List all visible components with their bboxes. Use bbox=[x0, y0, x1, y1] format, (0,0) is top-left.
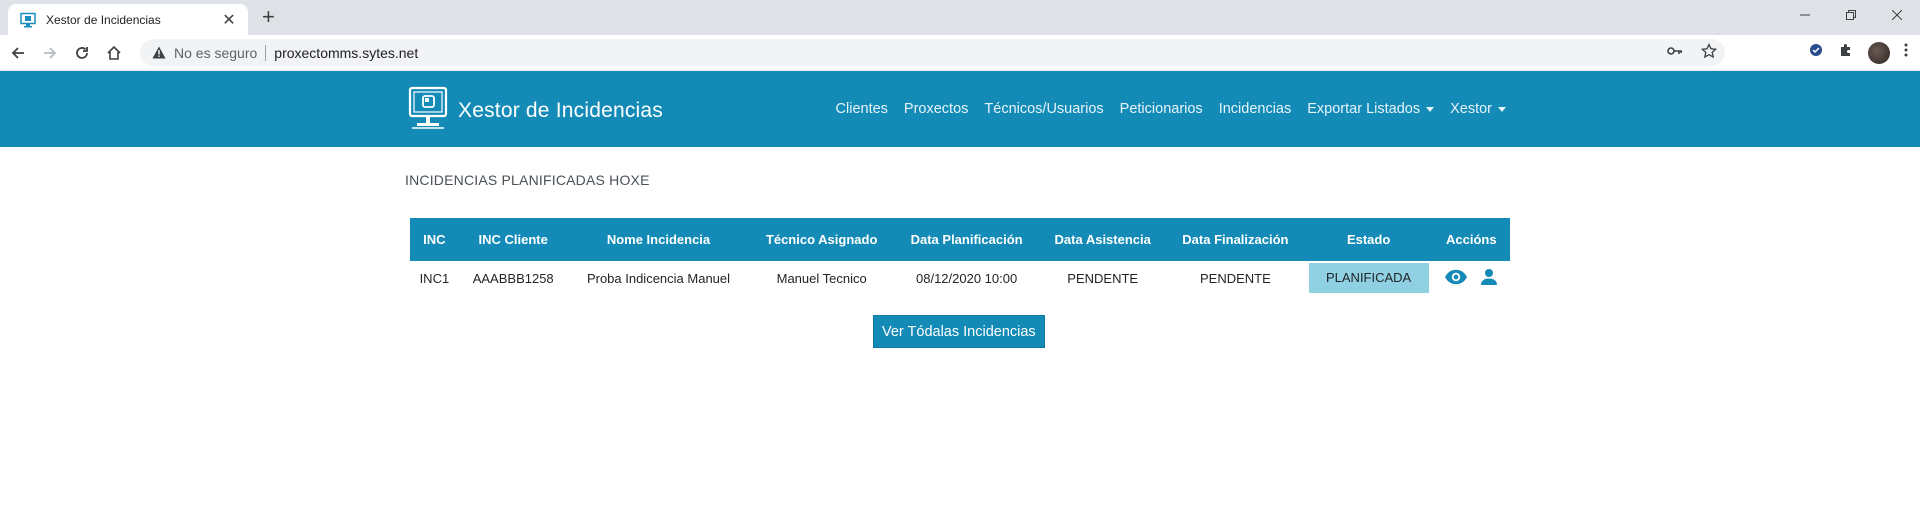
extensions-area bbox=[1808, 39, 1908, 66]
nav-exportar-dropdown[interactable]: Exportar Listados bbox=[1307, 101, 1435, 117]
back-arrow-icon[interactable] bbox=[4, 39, 32, 67]
nav-peticionarios[interactable]: Peticionarios bbox=[1120, 101, 1203, 117]
nav-proxectos[interactable]: Proxectos bbox=[904, 101, 968, 117]
table-row: INC1 AAABBB1258 Proba Indicencia Manuel … bbox=[410, 261, 1510, 295]
omnibox-icons bbox=[1667, 42, 1718, 62]
cell-inc-cliente: AAABBB1258 bbox=[472, 270, 554, 286]
header-data-finalizacion: Data Finalización bbox=[1166, 218, 1305, 261]
close-window-icon[interactable] bbox=[1874, 0, 1920, 30]
monitor-favicon-icon bbox=[20, 12, 36, 28]
header-inc: INC bbox=[410, 218, 459, 261]
header-nome: Nome Incidencia bbox=[567, 218, 750, 261]
status-badge: PLANIFICADA bbox=[1308, 263, 1429, 293]
nav-clientes[interactable]: Clientes bbox=[836, 101, 888, 117]
window-controls bbox=[1782, 0, 1920, 30]
forward-arrow-icon[interactable] bbox=[36, 39, 64, 67]
tab-title: Xestor de Incidencias bbox=[46, 12, 161, 27]
brand-monitor-icon bbox=[408, 86, 448, 135]
insecure-label[interactable]: No es seguro bbox=[174, 45, 257, 61]
row-actions bbox=[1439, 268, 1504, 289]
brand-title[interactable]: Xestor de Incidencias bbox=[458, 99, 663, 123]
key-icon[interactable] bbox=[1667, 43, 1683, 62]
incidencias-table: INC INC Cliente Nome Incidencia Técnico … bbox=[410, 218, 1510, 295]
cell-accions bbox=[1433, 261, 1510, 295]
cell-data-asistencia: PENDENTE bbox=[1067, 270, 1139, 286]
nav-xestor-label: Xestor bbox=[1450, 101, 1492, 117]
star-icon[interactable] bbox=[1700, 42, 1718, 62]
table-header-row: INC INC Cliente Nome Incidencia Técnico … bbox=[410, 218, 1510, 261]
nav-xestor-dropdown[interactable]: Xestor bbox=[1450, 101, 1506, 117]
cell-inc: INC1 bbox=[419, 270, 450, 286]
minimize-icon[interactable] bbox=[1782, 0, 1828, 30]
browser-tab[interactable]: Xestor de Incidencias ✕ bbox=[8, 4, 248, 35]
cell-estado: PLANIFICADA bbox=[1305, 261, 1433, 295]
more-menu-icon[interactable] bbox=[1904, 42, 1908, 63]
header-tecnico: Técnico Asignado bbox=[749, 218, 894, 261]
cell-data-finalizacion: PENDENTE bbox=[1199, 270, 1271, 286]
cell-data-planificacion: 08/12/2020 10:00 bbox=[916, 270, 1018, 286]
close-tab-icon[interactable]: ✕ bbox=[220, 10, 238, 30]
header-data-asistencia: Data Asistencia bbox=[1039, 218, 1167, 261]
caret-down-icon bbox=[1426, 106, 1435, 112]
warning-icon[interactable] bbox=[152, 46, 166, 59]
caret-down-icon bbox=[1498, 106, 1506, 112]
browser-tabstrip: Xestor de Incidencias ✕ + bbox=[0, 0, 1920, 35]
header-accions: Accións bbox=[1432, 218, 1510, 261]
cell-tecnico: Manuel Tecnico bbox=[776, 270, 867, 286]
nav-exportar-label: Exportar Listados bbox=[1307, 101, 1421, 117]
address-bar[interactable]: No es seguro proxectomms.sytes.net bbox=[140, 39, 1725, 66]
home-icon[interactable] bbox=[100, 39, 128, 67]
app-navbar: Xestor de Incidencias Clientes Proxectos… bbox=[0, 71, 1920, 147]
brand[interactable]: Xestor de Incidencias bbox=[408, 86, 663, 135]
extension-icon[interactable] bbox=[1808, 42, 1824, 63]
browser-toolbar: No es seguro proxectomms.sytes.net bbox=[0, 35, 1920, 71]
new-tab-button[interactable]: + bbox=[262, 6, 275, 28]
cell-nome: Proba Indicencia Manuel bbox=[586, 270, 731, 286]
nav-tecnicos[interactable]: Técnicos/Usuarios bbox=[984, 101, 1103, 117]
main-menu: Clientes Proxectos Técnicos/Usuarios Pet… bbox=[836, 101, 1506, 117]
reload-icon[interactable] bbox=[68, 39, 96, 67]
puzzle-icon[interactable] bbox=[1838, 42, 1854, 63]
divider bbox=[265, 44, 267, 61]
user-icon[interactable] bbox=[1480, 268, 1498, 289]
url-text[interactable]: proxectomms.sytes.net bbox=[274, 45, 418, 61]
eye-icon[interactable] bbox=[1444, 269, 1468, 288]
view-all-incidencias-button[interactable]: Ver Tódalas Incidencias bbox=[873, 315, 1045, 348]
header-data-planificacion: Data Planificación bbox=[893, 218, 1040, 261]
section-title: INCIDENCIAS PLANIFICADAS HOXE bbox=[405, 172, 650, 188]
restore-icon[interactable] bbox=[1828, 0, 1874, 30]
avatar[interactable] bbox=[1868, 41, 1890, 64]
header-inc-cliente: INC Cliente bbox=[458, 218, 568, 261]
header-estado: Estado bbox=[1304, 218, 1433, 261]
nav-incidencias[interactable]: Incidencias bbox=[1219, 101, 1292, 117]
